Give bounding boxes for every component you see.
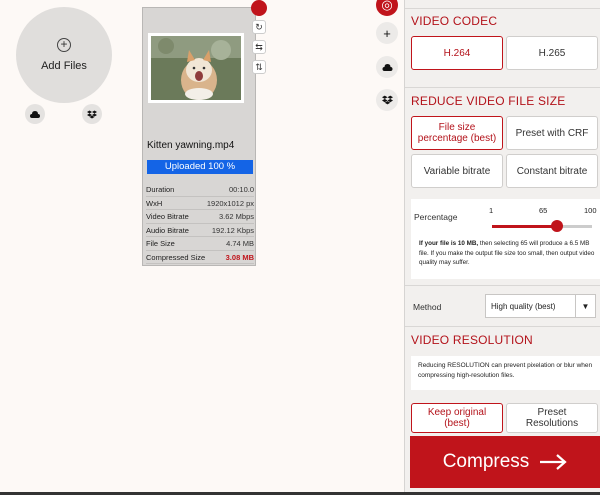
plus-icon: + (57, 38, 71, 52)
method-label: Method (413, 302, 442, 312)
percentage-box: Percentage 1 65 100 If your file is 10 M… (411, 199, 600, 279)
meta-label: Compressed Size (146, 252, 206, 262)
add-icon[interactable]: + (376, 22, 398, 44)
compress-button[interactable]: Compress (410, 436, 600, 488)
video-resolution-title: VIDEO RESOLUTION (411, 333, 533, 347)
resolution-option-preset[interactable]: Preset Resolutions (506, 403, 598, 433)
meta-row-video-bitrate: Video Bitrate 3.62 Mbps (146, 210, 254, 224)
dropbox-icon[interactable] (376, 89, 398, 111)
compress-label: Compress (442, 451, 530, 472)
dropbox-button[interactable] (82, 104, 102, 124)
meta-row-file-size: File Size 4.74 MB (146, 237, 254, 251)
method-value: High quality (best) (491, 301, 556, 311)
meta-value: 3.62 Mbps (218, 212, 254, 221)
meta-row-compressed-size: Compressed Size 3.08 MB (146, 251, 254, 264)
codec-option-h264[interactable]: H.264 (411, 36, 503, 70)
slider-value-label: 65 (539, 206, 548, 215)
remove-file-button[interactable] (251, 0, 267, 16)
reduce-option-variable-bitrate[interactable]: Variable bitrate (411, 154, 503, 188)
meta-value: 192.12 Kbps (211, 225, 254, 235)
settings-panel: VIDEO CODEC H.264 H.265 REDUCE VIDEO FIL… (404, 0, 600, 495)
add-files-label: Add Files (41, 60, 87, 72)
divider (405, 87, 600, 88)
google-drive-icon[interactable] (376, 56, 398, 78)
method-select[interactable]: High quality (best) ▼ (485, 294, 596, 318)
slider-fill (492, 225, 557, 228)
file-name: Kitten yawning.mp4 (147, 140, 235, 151)
meta-value: 3.08 MB (225, 252, 254, 262)
percentage-label: Percentage (414, 212, 458, 222)
add-files-button[interactable]: + Add Files (16, 7, 112, 103)
meta-label: WxH (146, 198, 163, 208)
meta-value: 1920x1012 px (206, 198, 254, 208)
meta-value: 00:10.0 (228, 185, 254, 194)
resolution-option-keep-original[interactable]: Keep original (best) (411, 403, 503, 433)
arrow-right-icon (540, 454, 567, 470)
codec-option-h265[interactable]: H.265 (506, 36, 598, 70)
meta-row-duration: Duration 00:10.0 (146, 183, 254, 197)
cloud-icon (30, 110, 40, 118)
divider (405, 8, 600, 9)
file-metadata: Duration 00:10.0 WxH 1920x1012 px Video Bi… (146, 183, 254, 264)
percentage-slider[interactable] (492, 225, 592, 228)
meta-label: Audio Bitrate (146, 225, 189, 235)
dropbox-icon (87, 110, 97, 118)
google-drive-button[interactable] (25, 104, 45, 124)
divider (405, 326, 600, 327)
video-thumbnail[interactable] (148, 33, 244, 103)
divider (405, 285, 600, 286)
chevron-down-icon: ▼ (575, 295, 595, 317)
meta-value: 4.74 MB (226, 239, 254, 248)
flip-horizontal-icon[interactable]: ⇆ (252, 40, 266, 54)
meta-label: File Size (146, 239, 175, 248)
meta-row-audio-bitrate: Audio Bitrate 192.12 Kbps (146, 224, 254, 237)
meta-row-dimensions: WxH 1920x1012 px (146, 197, 254, 210)
settings-icon[interactable]: ◎ (376, 0, 398, 16)
meta-label: Video Bitrate (146, 212, 189, 221)
reduce-size-title: REDUCE VIDEO FILE SIZE (411, 94, 566, 108)
rotate-icon[interactable]: ↻ (252, 20, 266, 34)
note-bold: If your file is 10 MB, (419, 240, 479, 247)
slider-knob[interactable] (551, 220, 563, 232)
percentage-note: If your file is 10 MB, then selecting 65… (419, 239, 595, 268)
reduce-option-constant-bitrate[interactable]: Constant bitrate (506, 154, 598, 188)
upload-progress-bar: Uploaded 100 % (147, 160, 253, 174)
meta-label: Duration (146, 185, 175, 194)
file-card: Kitten yawning.mp4 Uploaded 100 % Durati… (142, 7, 256, 266)
reduce-option-crf[interactable]: Preset with CRF (506, 116, 598, 150)
slider-max-label: 100 (584, 206, 597, 215)
resolution-note: Reducing RESOLUTION can prevent pixelati… (411, 356, 600, 390)
slider-min-label: 1 (489, 206, 494, 215)
reduce-option-percentage[interactable]: File size percentage (best) (411, 116, 503, 150)
flip-vertical-icon[interactable]: ⇅ (252, 60, 266, 74)
video-codec-title: VIDEO CODEC (411, 14, 498, 28)
